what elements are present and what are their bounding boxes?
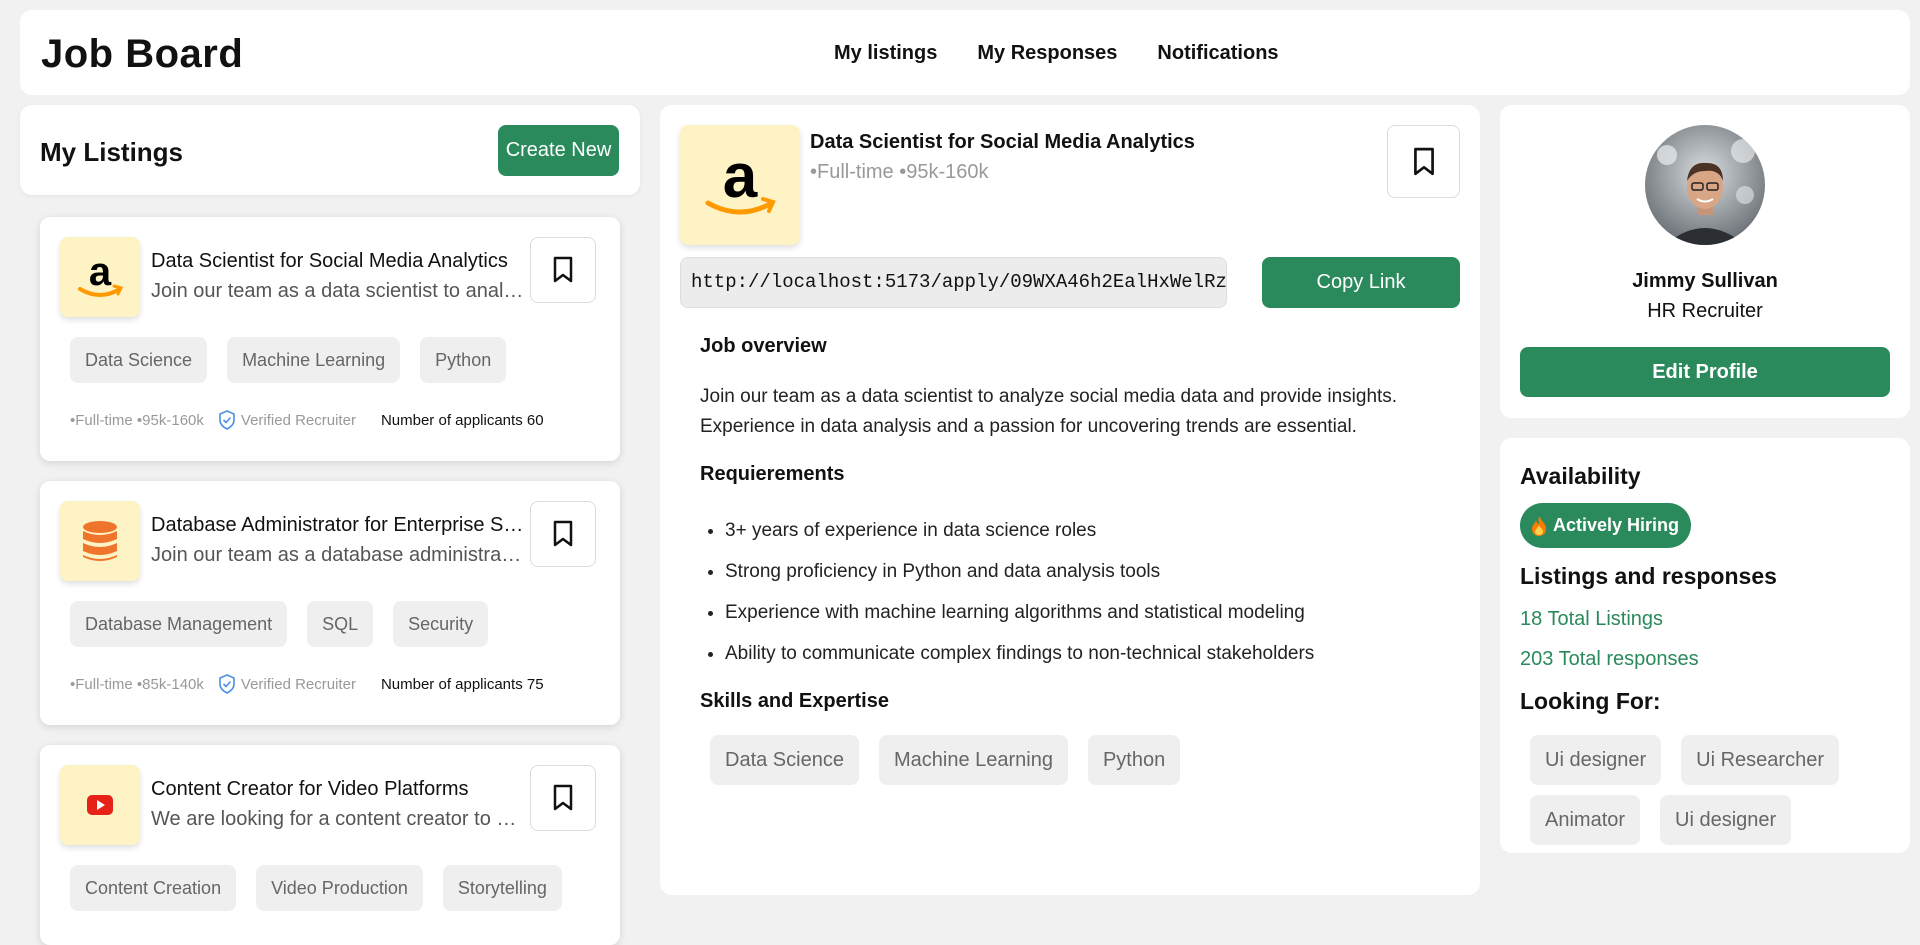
list-item: Ability to communicate complex findings … [725, 633, 1314, 674]
job-type-salary: •Full-time •85k-140k [70, 675, 204, 693]
job-card-meta: •Full-time •95k-160k Verified Recruiter … [70, 410, 544, 430]
tag: Ui designer [1660, 795, 1792, 845]
bookmark-button[interactable] [530, 765, 596, 831]
tag: Data Science [710, 735, 859, 785]
tag: SQL [307, 601, 374, 647]
job-card-tags: Database Management SQL Security [70, 601, 489, 647]
requirements-heading: Requierements [700, 463, 845, 485]
edit-profile-button[interactable]: Edit Profile [1520, 347, 1890, 397]
list-item: Experience with machine learning algorit… [725, 592, 1314, 633]
svg-text:a: a [723, 145, 758, 211]
fire-icon [1532, 515, 1546, 536]
list-item: 3+ years of experience in data science r… [725, 510, 1314, 551]
brand-title: Job Board [41, 32, 244, 76]
job-card-tags: Content Creation Video Production Storyt… [70, 865, 562, 911]
tag: Security [393, 601, 489, 647]
total-listings[interactable]: 18 Total Listings [1520, 608, 1663, 631]
svg-text:a: a [89, 251, 112, 294]
amazon-logo: a [680, 125, 800, 245]
bookmark-icon [553, 520, 573, 547]
job-card-description: Join our team as a database administrato… [151, 544, 526, 566]
status-badge: Actively Hiring [1520, 503, 1692, 548]
job-type-salary: •Full-time •95k-160k [70, 411, 204, 429]
profile-name: Jimmy Sullivan [1632, 270, 1778, 292]
tag: Animator [1530, 795, 1641, 845]
bookmark-icon [553, 784, 573, 811]
availability-card: Availability Actively Hiring Listings an… [1500, 438, 1910, 853]
bookmark-button[interactable] [530, 501, 596, 567]
job-overview-text: Join our team as a data scientist to ana… [700, 386, 1398, 437]
job-card[interactable]: Content Creator for Video Platforms We a… [40, 745, 620, 945]
status-label: Actively Hiring [1553, 515, 1680, 535]
nav-my-responses[interactable]: My Responses [977, 42, 1117, 65]
my-listings-title: My Listings [40, 137, 184, 167]
verified-label: Verified Recruiter [240, 411, 356, 429]
tag: Data Science [70, 337, 208, 383]
bookmark-icon [553, 256, 573, 283]
availability-heading: Availability [1520, 463, 1641, 489]
job-card-title[interactable]: Content Creator for Video Platforms [151, 778, 526, 801]
shield-check-icon [219, 674, 235, 694]
applicants-count: Number of applicants 75 [380, 675, 544, 693]
my-listings-header: My Listings Create New [20, 105, 640, 195]
skills-heading: Skills and Expertise [700, 690, 889, 712]
job-card[interactable]: Database Administrator for Enterprise Sy… [40, 481, 620, 725]
avatar [1645, 125, 1765, 245]
job-card-description: Join our team as a data scientist to ana… [151, 280, 526, 302]
looking-for-heading: Looking For: [1520, 688, 1661, 714]
nav-my-listings[interactable]: My listings [834, 42, 937, 65]
looking-for-tags: Ui designer Ui Researcher Animator Ui de… [1530, 735, 1900, 845]
bookmark-button[interactable] [1387, 125, 1460, 198]
job-card[interactable]: a Data Scientist for Social Media Analyt… [40, 217, 620, 461]
tag: Ui designer [1530, 735, 1662, 785]
verified-badge: Verified Recruiter [218, 410, 356, 430]
bookmark-icon [1413, 147, 1434, 175]
tag: Machine Learning [878, 735, 1068, 785]
job-overview-heading: Job overview [700, 335, 827, 357]
apply-link-field[interactable]: http://localhost:5173/apply/09WXA46h2Eal… [680, 257, 1227, 308]
tag: Python [420, 337, 507, 383]
database-icon [60, 501, 140, 581]
verified-badge: Verified Recruiter [218, 674, 356, 694]
applicants-count: Number of applicants 60 [380, 411, 544, 429]
tag: Database Management [70, 601, 288, 647]
youtube-logo [60, 765, 140, 845]
tag: Video Production [256, 865, 423, 911]
job-card-description: We are looking for a content creator to … [151, 808, 526, 830]
bookmark-button[interactable] [530, 237, 596, 303]
job-card-tags: Data Science Machine Learning Python [70, 337, 507, 383]
list-item: Strong proficiency in Python and data an… [725, 551, 1314, 592]
detail-title: Data Scientist for Social Media Analytic… [810, 131, 1195, 153]
main-nav: My listings My Responses Notifications [834, 42, 1279, 65]
top-header: Job Board My listings My Responses Notif… [20, 10, 1910, 95]
nav-notifications[interactable]: Notifications [1157, 42, 1278, 65]
copy-link-button[interactable]: Copy Link [1262, 257, 1460, 308]
listings-responses-heading: Listings and responses [1520, 563, 1777, 589]
requirements-list: 3+ years of experience in data science r… [700, 510, 1314, 674]
profile-role: HR Recruiter [1647, 300, 1763, 322]
detail-type-salary: •Full-time •95k-160k [810, 161, 989, 183]
amazon-logo: a [60, 237, 140, 317]
tag: Python [1087, 735, 1181, 785]
tag: Ui Researcher [1681, 735, 1839, 785]
job-detail-panel: a Data Scientist for Social Media Analyt… [660, 105, 1480, 895]
shield-check-icon [219, 410, 235, 430]
skills-tags: Data Science Machine Learning Python [710, 735, 1181, 785]
tag: Machine Learning [227, 337, 401, 383]
verified-label: Verified Recruiter [240, 675, 356, 693]
job-card-title[interactable]: Database Administrator for Enterprise Sy… [151, 514, 526, 537]
profile-card: Jimmy Sullivan HR Recruiter Edit Profile [1500, 105, 1910, 418]
tag: Content Creation [70, 865, 237, 911]
create-new-button[interactable]: Create New [498, 125, 619, 176]
total-responses[interactable]: 203 Total responses [1520, 648, 1699, 671]
job-card-meta: •Full-time •85k-140k Verified Recruiter … [70, 674, 544, 694]
tag: Storytelling [442, 865, 562, 911]
job-card-title[interactable]: Data Scientist for Social Media Analytic… [151, 250, 526, 273]
